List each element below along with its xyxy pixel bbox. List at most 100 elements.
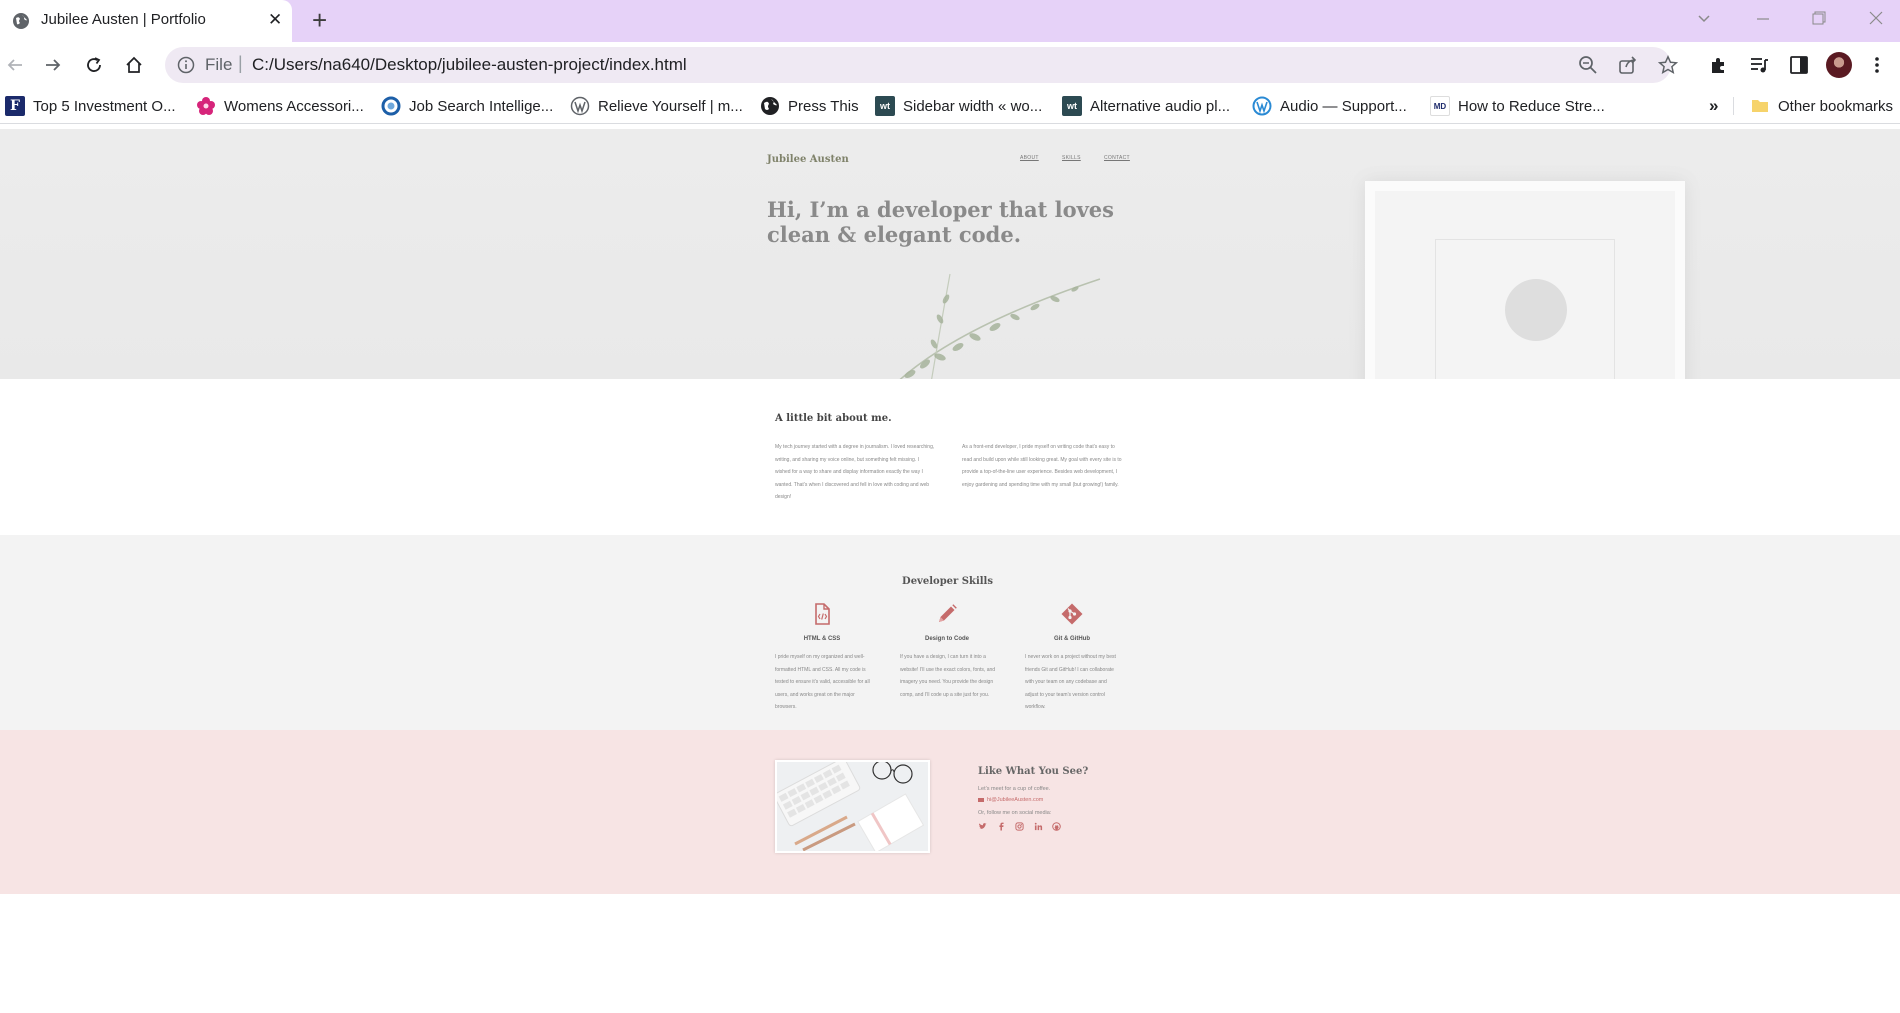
hero-heading: Hi, I’m a developer that loves clean & e… [767,197,1114,247]
bookmark-label: Job Search Intellige... [409,97,554,115]
envelope-icon [978,797,984,802]
site-info-icon[interactable] [177,56,195,74]
extensions-puzzle-icon[interactable] [1709,55,1729,75]
bookmarks-bar: F Top 5 Investment O... Womens Accessori… [0,88,1900,124]
bookmark-item[interactable]: Job Search Intellige... [381,95,553,117]
side-panel-icon[interactable] [1789,55,1809,75]
home-icon [126,56,142,73]
skill-title: Git & GitHub [1054,636,1090,642]
back-button[interactable] [0,50,30,80]
facebook-icon[interactable] [997,822,1006,831]
web-page: Jubilee Austen ABOUT SKILLS CONTACT Hi, … [0,129,1900,1013]
instagram-icon[interactable] [1015,822,1024,831]
desk-workspace-image [775,760,930,853]
skills-section: Developer Skills HTML & CSS I pride myse… [0,535,1900,730]
picture-frame-circle [1505,279,1567,341]
browser-toolbar: File | C:/Users/na640/Desktop/jubilee-au… [0,42,1900,88]
bookmark-label: Womens Accessori... [224,97,364,115]
bookmark-item[interactable]: Womens Accessori... [196,95,364,117]
back-arrow-icon [7,59,22,71]
bookmark-item[interactable]: Relieve Yourself | m... [570,95,743,117]
bookmark-label: Press This [788,97,859,115]
picture-frame-image [1365,181,1685,379]
about-section: A little bit about me. My tech journey s… [0,379,1900,535]
linkedin-icon[interactable] [1034,822,1043,831]
skill-description: If you have a design, I can turn it into… [900,654,996,698]
bookmark-item[interactable]: wt Sidebar width « wo... [875,95,1042,117]
globe-icon [761,97,779,115]
contact-heading: Like What You See? [978,766,1089,777]
eucalyptus-plant-image [899,273,1101,379]
github-icon[interactable] [1052,822,1061,831]
bookmark-label: Sidebar width « wo... [903,97,1043,115]
wordpress-icon [570,96,590,116]
minimize-icon[interactable] [1756,12,1770,26]
social-intro-text: Or, follow me on social media: [978,810,1052,816]
forward-arrow-icon [46,59,61,71]
bookmark-star-icon[interactable] [1658,55,1678,75]
profile-avatar[interactable] [1826,52,1852,78]
desk-illustration [777,762,928,851]
bookmark-item[interactable]: Audio — Support... [1252,95,1407,117]
close-tab-icon[interactable]: ✕ [268,11,282,28]
wt-icon: wt [1062,96,1082,116]
about-heading: A little bit about me. [775,413,892,424]
active-tab[interactable]: Jubilee Austen | Portfolio ✕ [0,0,292,42]
email-text: hi@JubileeAusten.com [987,797,1044,803]
skill-title: Design to Code [924,636,969,642]
bookmark-item[interactable]: MD How to Reduce Stre... [1430,95,1605,117]
bookmark-label: Top 5 Investment O... [33,97,176,115]
reload-icon [87,57,101,72]
contact-email-link[interactable]: hi@JubileeAusten.com [978,797,1043,803]
pencil-icon [939,604,957,622]
globe-icon [13,13,29,29]
bookmark-label: Alternative audio pl... [1090,97,1231,115]
folder-icon [1752,100,1768,112]
url-text[interactable]: C:/Users/na640/Desktop/jubilee-austen-pr… [252,55,687,75]
url-scheme-label: File [205,55,233,74]
bookmark-item[interactable]: F Top 5 Investment O... [5,95,176,117]
git-icon [1061,603,1083,625]
nav-link-contact[interactable]: CONTACT [1104,155,1130,161]
bookmark-item[interactable]: wt Alternative audio pl... [1062,95,1230,117]
about-paragraph-1: My tech journey started with a degree in… [775,444,935,500]
twitter-icon[interactable] [978,822,987,831]
webmd-icon: MD [1430,96,1450,116]
other-bookmarks-label: Other bookmarks [1778,97,1894,115]
more-menu-icon[interactable] [1867,55,1887,75]
forward-button[interactable] [38,50,68,80]
job-search-icon [381,96,401,116]
skill-title: HTML & CSS [803,636,841,642]
home-button[interactable] [119,50,149,80]
contact-intro-text: Let’s meet for a cup of coffee. [978,786,1051,792]
flower-icon [197,97,215,115]
bookmark-item[interactable]: Press This [760,95,859,117]
tab-strip: Jubilee Austen | Portfolio ✕ + [0,0,1900,42]
about-paragraph-2: As a front-end developer, I pride myself… [962,444,1122,488]
forbes-f-icon: F [5,96,25,116]
media-queue-icon[interactable] [1749,55,1769,75]
restore-icon[interactable] [1812,11,1826,25]
wordpress-icon [1252,96,1272,116]
reload-button[interactable] [79,50,109,80]
zoom-icon[interactable] [1578,55,1598,75]
new-tab-button[interactable]: + [312,7,327,33]
tab-search-icon[interactable] [1697,12,1711,26]
share-icon[interactable] [1618,55,1638,75]
wt-icon: wt [875,96,895,116]
bookmark-label: How to Reduce Stre... [1458,97,1605,115]
bookmark-label: Relieve Yourself | m... [598,97,743,115]
bookmarks-overflow-button[interactable]: » [1709,95,1718,117]
contact-section: Like What You See? Let’s meet for a cup … [0,730,1900,894]
tab-title: Jubilee Austen | Portfolio [41,11,206,28]
skill-description: I pride myself on my organized and well-… [775,654,870,710]
site-logo[interactable]: Jubilee Austen [767,154,849,165]
close-window-icon[interactable] [1869,11,1883,25]
nav-link-skills[interactable]: SKILLS [1062,155,1081,161]
address-bar[interactable]: File | C:/Users/na640/Desktop/jubilee-au… [165,47,1678,83]
skills-heading: Developer Skills [902,576,993,587]
html-file-icon [815,603,830,625]
nav-link-about[interactable]: ABOUT [1020,155,1039,161]
url-separator: | [238,53,243,73]
other-bookmarks[interactable]: Other bookmarks [1750,95,1893,117]
